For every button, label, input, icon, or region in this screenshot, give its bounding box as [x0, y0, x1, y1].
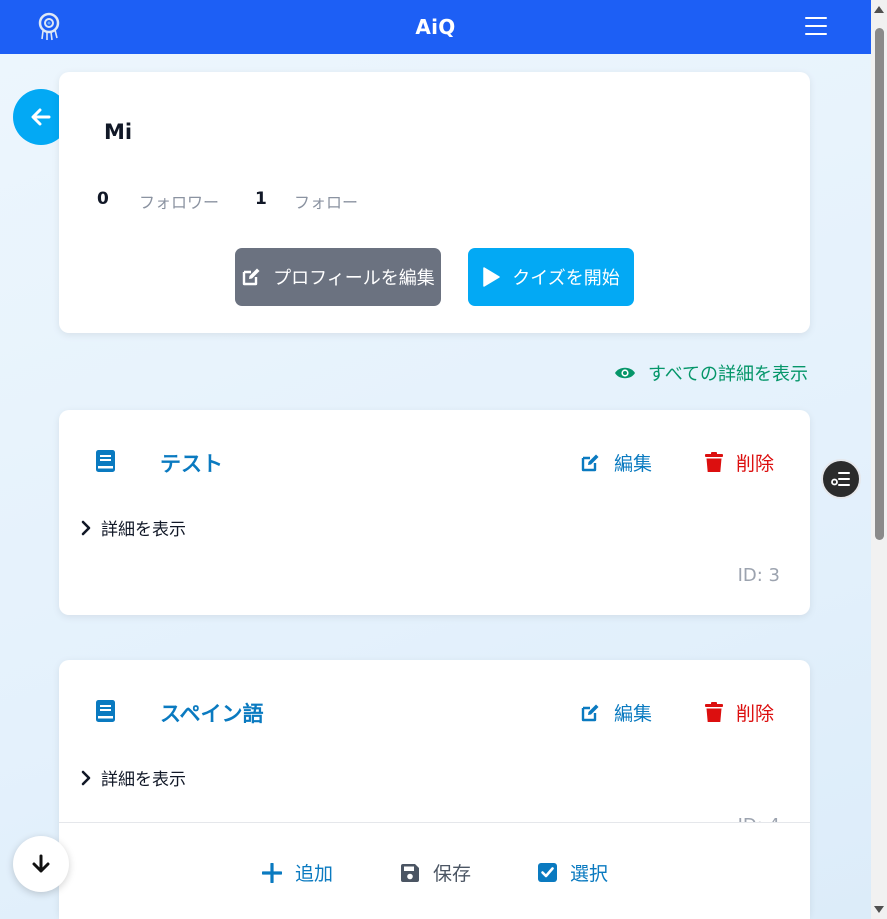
- trash-icon: [705, 702, 723, 722]
- scroll-down-arrow-icon[interactable]: [874, 906, 884, 913]
- followers-count[interactable]: 0: [97, 189, 109, 209]
- app-title: AiQ: [415, 15, 456, 39]
- quiz-edit-button[interactable]: 編集: [580, 449, 652, 476]
- list-icon: [831, 472, 850, 486]
- hamburger-menu-icon[interactable]: [805, 17, 827, 37]
- profile-card: Mi 0 フォロワー 1 フォロー プロフィールを編集 クイズを開始: [59, 72, 810, 333]
- quiz-id: ID: 3: [737, 565, 780, 586]
- quiz-delete-label: 削除: [736, 453, 775, 475]
- quiz-title[interactable]: スペイン語: [160, 698, 264, 728]
- eye-icon: [615, 367, 635, 379]
- scroll-down-button[interactable]: [13, 836, 69, 892]
- scroll-up-arrow-icon[interactable]: [874, 6, 884, 13]
- edit-profile-button[interactable]: プロフィールを編集: [235, 248, 441, 306]
- book-icon: [96, 700, 115, 722]
- select-label: 選択: [570, 863, 609, 885]
- edit-icon: [242, 268, 260, 286]
- save-button[interactable]: 保存: [400, 859, 471, 886]
- quiz-edit-button[interactable]: 編集: [580, 699, 652, 726]
- brain-logo-icon[interactable]: [36, 11, 64, 41]
- plus-icon: [262, 862, 282, 883]
- edit-icon: [581, 704, 599, 721]
- start-quiz-label: クイズを開始: [512, 268, 620, 289]
- show-all-details-label: すべての詳細を表示: [648, 364, 809, 385]
- chevron-right-icon: [81, 770, 91, 785]
- select-button[interactable]: 選択: [538, 859, 608, 886]
- trash-icon: [705, 452, 723, 472]
- arrow-left-icon: [31, 108, 51, 126]
- floating-list-button[interactable]: [821, 459, 861, 499]
- floppy-disk-icon: [401, 863, 419, 882]
- show-details-toggle[interactable]: 詳細を表示: [81, 515, 186, 540]
- add-label: 追加: [295, 863, 334, 885]
- page-scrollbar[interactable]: [871, 0, 887, 919]
- show-all-details-link[interactable]: すべての詳細を表示: [614, 360, 808, 386]
- quiz-edit-label: 編集: [614, 703, 653, 725]
- quiz-card: テスト 編集 削除 詳細を表示 ID: 3: [59, 410, 810, 615]
- show-details-label: 詳細を表示: [101, 520, 186, 540]
- following-label[interactable]: フォロー: [294, 189, 358, 213]
- chevron-right-icon: [81, 520, 91, 535]
- arrow-down-icon: [32, 854, 50, 873]
- save-label: 保存: [433, 863, 472, 885]
- show-details-toggle[interactable]: 詳細を表示: [81, 765, 186, 790]
- quiz-delete-label: 削除: [736, 703, 775, 725]
- add-button[interactable]: 追加: [262, 859, 333, 886]
- bottom-action-bar: 追加 保存 選択: [59, 822, 810, 919]
- scrollbar-thumb[interactable]: [875, 28, 884, 540]
- quiz-delete-button[interactable]: 削除: [705, 699, 774, 726]
- start-quiz-button[interactable]: クイズを開始: [468, 248, 634, 306]
- edit-profile-label: プロフィールを編集: [273, 268, 435, 289]
- edit-icon: [581, 454, 599, 471]
- followers-label[interactable]: フォロワー: [139, 189, 219, 213]
- top-app-bar: AiQ: [0, 0, 871, 54]
- quiz-edit-label: 編集: [614, 453, 653, 475]
- profile-username: Mi: [104, 120, 133, 144]
- checkbox-checked-icon: [538, 863, 557, 882]
- book-icon: [96, 450, 115, 472]
- quiz-delete-button[interactable]: 削除: [705, 449, 774, 476]
- quiz-title[interactable]: テスト: [160, 448, 223, 478]
- play-icon: [483, 267, 501, 287]
- show-details-label: 詳細を表示: [101, 770, 186, 790]
- following-count[interactable]: 1: [255, 189, 267, 209]
